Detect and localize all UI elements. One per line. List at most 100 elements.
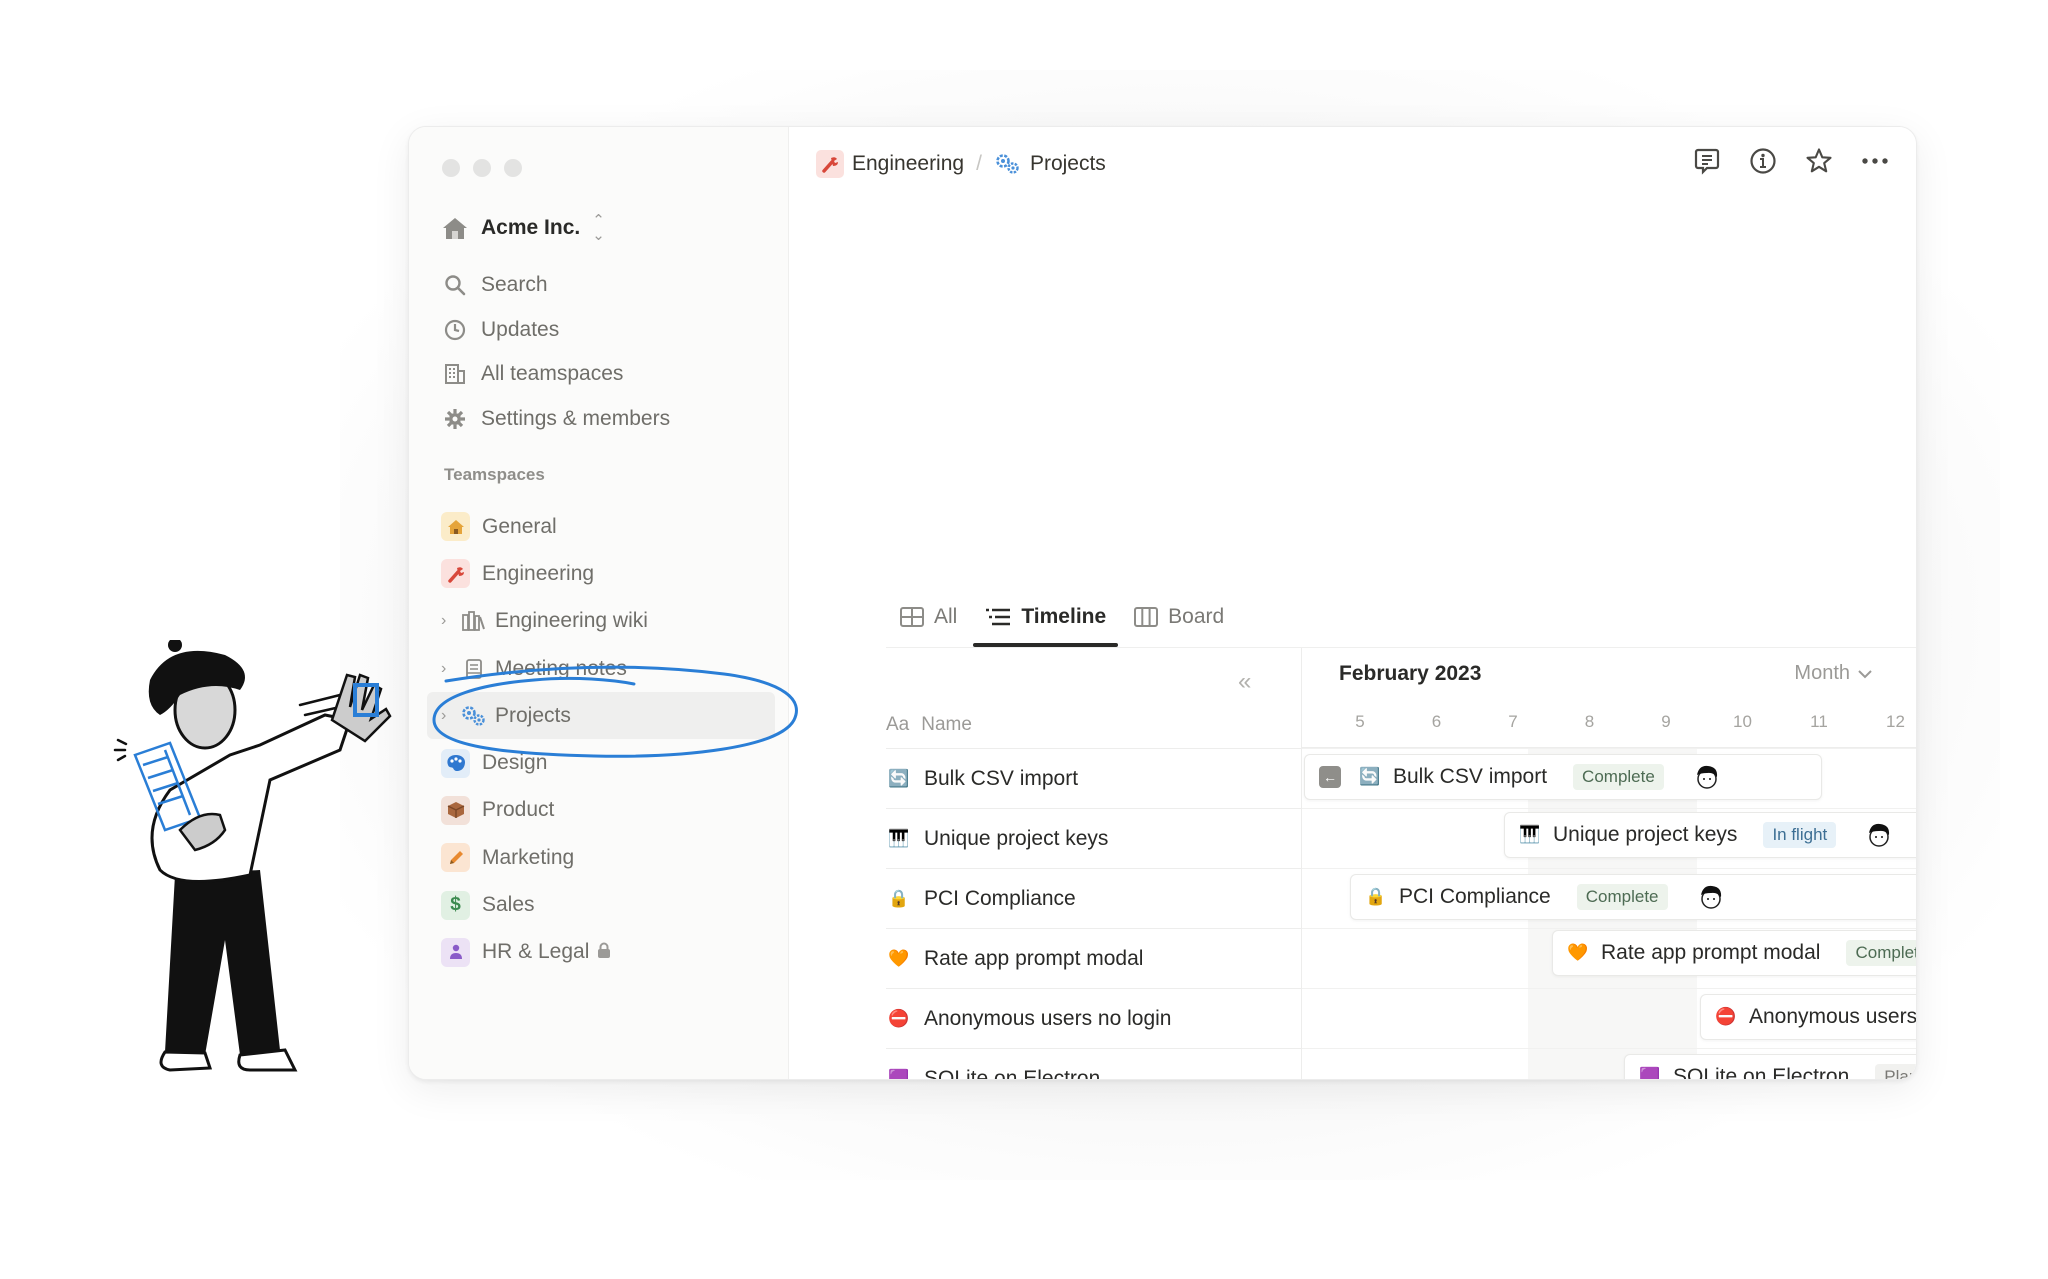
- sidebar-nav: Search Updates All teamspaces Settings &…: [441, 263, 670, 441]
- tab-board[interactable]: Board: [1120, 593, 1238, 641]
- teamspaces-section-label: Teamspaces: [444, 465, 545, 484]
- refresh-icon: 🔄: [888, 768, 910, 788]
- status-badge: In flight: [1763, 822, 1837, 848]
- window-controls: [442, 159, 522, 177]
- wrench-icon: [441, 559, 470, 589]
- sidebar-item-updates[interactable]: Updates: [441, 308, 670, 353]
- heart-icon: 🧡: [888, 948, 910, 968]
- sidebar-item-label: Marketing: [482, 845, 575, 869]
- collapse-icon[interactable]: «: [1238, 668, 1252, 696]
- timeline-bar[interactable]: 🎹 Unique project keys In flight: [1504, 812, 1916, 858]
- package-icon: [441, 795, 470, 825]
- app-window: Acme Inc. ⌃ ⌄ Search Updates All teamspac…: [408, 126, 1917, 1080]
- row-name: Unique project keys: [924, 826, 1109, 850]
- timeline-bar[interactable]: ← 🔄 Bulk CSV import Complete: [1304, 754, 1822, 800]
- column-header-name[interactable]: Aa Name: [886, 714, 972, 736]
- sidebar-item-meeting-notes[interactable]: › Meeting notes: [427, 645, 775, 692]
- timeline-day-label: 7: [1508, 712, 1518, 731]
- teamspace-list: General Engineering › Engineering wiki ›…: [427, 503, 775, 976]
- name-column: « Aa Name 🔄 Bulk CSV import 🎹 Unique projec…: [886, 648, 1301, 1079]
- timeline-day-labels: 5 6 7 8 9 10 11 12: [1302, 712, 1916, 736]
- row-name: Anonymous users no login: [924, 1006, 1172, 1030]
- breadcrumb-engineering[interactable]: Engineering: [852, 152, 964, 176]
- sidebar-item-projects[interactable]: › Projects: [427, 692, 775, 740]
- column-header-label: Name: [921, 714, 972, 735]
- sidebar-item-engineering-wiki[interactable]: › Engineering wiki: [427, 598, 775, 645]
- lock-icon: 🔒: [888, 888, 910, 908]
- table-icon: [900, 607, 924, 627]
- minimize-window-button[interactable]: [473, 159, 491, 177]
- timeline-bar[interactable]: 🧡 Rate app prompt modal Complete: [1552, 930, 1916, 976]
- sidebar-item-design[interactable]: Design: [427, 739, 775, 786]
- heart-icon: 🧡: [1567, 943, 1589, 962]
- table-row[interactable]: 🔒 PCI Compliance: [886, 868, 1301, 928]
- sidebar-item-label: Search: [481, 273, 548, 297]
- timeline-day-label: 5: [1355, 712, 1365, 731]
- chevron-right-icon[interactable]: ›: [441, 707, 453, 725]
- pencil-icon: [441, 843, 470, 873]
- timeline-row-divider: [1302, 868, 1916, 869]
- timeline-bar-title: Anonymous users no login: [1749, 1005, 1916, 1028]
- row-name: PCI Compliance: [924, 886, 1076, 910]
- timeline-day-label: 6: [1431, 712, 1442, 731]
- table-row[interactable]: ⛔ Anonymous users no login: [886, 988, 1301, 1048]
- table-row[interactable]: 🔄 Bulk CSV import: [886, 748, 1301, 808]
- close-window-button[interactable]: [442, 159, 460, 177]
- chevron-right-icon[interactable]: ›: [441, 660, 453, 678]
- workspace-name: Acme Inc.: [481, 216, 581, 239]
- timeline-scale-label: Month: [1794, 662, 1850, 684]
- sidebar-item-product[interactable]: Product: [427, 787, 775, 834]
- character-illustration: [113, 640, 392, 1072]
- breadcrumb-projects[interactable]: Projects: [1030, 152, 1106, 176]
- sidebar-item-all-teamspaces[interactable]: All teamspaces: [441, 352, 670, 397]
- workspace-switcher[interactable]: Acme Inc. ⌃ ⌄: [441, 211, 605, 245]
- sidebar-item-marketing[interactable]: Marketing: [427, 834, 775, 881]
- timeline-day-label: 11: [1810, 712, 1828, 731]
- timeline-row-divider: [1302, 988, 1916, 989]
- star-icon[interactable]: [1804, 146, 1834, 176]
- sidebar-item-label: Meeting notes: [495, 656, 627, 680]
- sidebar-item-label: Updates: [481, 317, 560, 341]
- comments-icon[interactable]: [1692, 146, 1722, 176]
- info-icon[interactable]: [1748, 146, 1778, 176]
- table-row[interactable]: 🎹 Unique project keys: [886, 808, 1301, 868]
- timeline-row-divider: [1302, 748, 1916, 749]
- sidebar-item-label: General: [482, 514, 557, 538]
- dollar-icon: $: [441, 890, 470, 920]
- row-name: SQLite on Electron: [924, 1066, 1101, 1080]
- chevron-right-icon[interactable]: ›: [441, 612, 453, 630]
- status-badge: Complete: [1576, 884, 1668, 910]
- sidebar-item-label: Engineering wiki: [495, 609, 648, 633]
- timeline-row-divider: [1302, 808, 1916, 809]
- avatar: [1695, 882, 1726, 912]
- sidebar-item-general[interactable]: General: [427, 503, 775, 550]
- timeline-bar[interactable]: 🔒 PCI Compliance Complete: [1350, 874, 1916, 920]
- table-row[interactable]: 🟪 SQLite on Electron: [886, 1048, 1301, 1080]
- sidebar-item-hr-legal[interactable]: HR & Legal: [427, 929, 775, 976]
- tab-label: Board: [1168, 605, 1225, 628]
- database-icon: 🟪: [1639, 1067, 1661, 1079]
- status-badge: Complete: [1846, 940, 1916, 966]
- tab-timeline[interactable]: Timeline: [971, 593, 1120, 647]
- timeline-day-label: 9: [1661, 712, 1671, 731]
- more-icon[interactable]: [1860, 146, 1890, 176]
- timeline-bar[interactable]: ⛔ Anonymous users no login: [1700, 994, 1916, 1040]
- row-name: Rate app prompt modal: [924, 946, 1144, 970]
- books-icon: [461, 608, 487, 634]
- palette-icon: [441, 748, 470, 778]
- timeline-bar[interactable]: 🟪 SQLite on Electron Planning: [1624, 1054, 1916, 1079]
- sidebar-item-label: Engineering: [482, 561, 595, 585]
- tab-all[interactable]: All: [886, 593, 971, 641]
- sidebar-item-settings[interactable]: Settings & members: [441, 397, 670, 442]
- sidebar-item-search[interactable]: Search: [441, 263, 670, 308]
- maximize-window-button[interactable]: [504, 159, 522, 177]
- database-icon: 🟪: [888, 1068, 910, 1080]
- sidebar-item-label: Projects: [495, 703, 571, 727]
- piano-icon: 🎹: [888, 828, 910, 848]
- table-row[interactable]: 🧡 Rate app prompt modal: [886, 928, 1301, 988]
- timeline-row-divider: [1302, 1048, 1916, 1049]
- sidebar-item-sales[interactable]: $ Sales: [427, 881, 775, 928]
- arrow-left-icon[interactable]: ←: [1319, 766, 1341, 788]
- timeline-scale-select[interactable]: Month: [1794, 662, 1872, 685]
- sidebar-item-engineering[interactable]: Engineering: [427, 550, 775, 597]
